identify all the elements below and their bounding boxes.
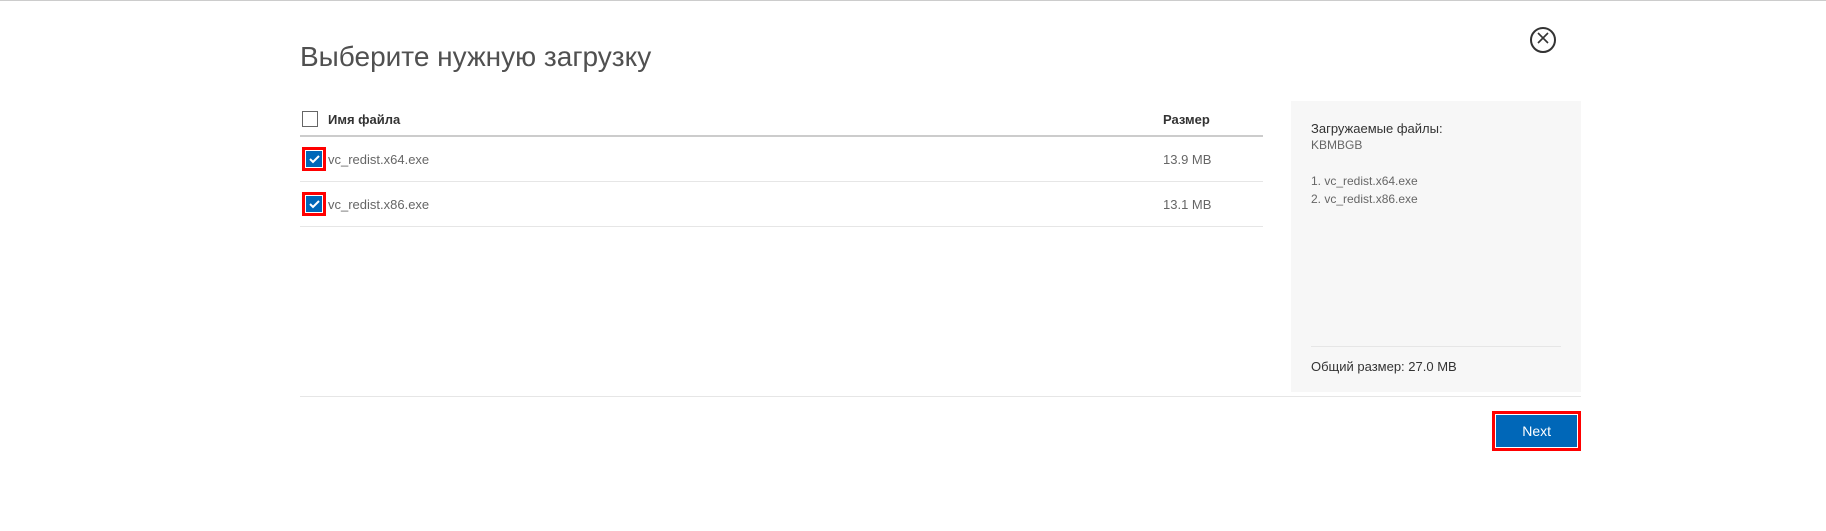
file-name: vc_redist.x64.exe (328, 152, 1163, 167)
checkbox-highlight (302, 192, 326, 216)
file-name: vc_redist.x86.exe (328, 197, 1163, 212)
file-size: 13.1 MB (1163, 197, 1263, 212)
summary-sub: KBMBGB (1311, 138, 1561, 152)
file-checkbox[interactable] (306, 196, 322, 212)
table-row: vc_redist.x86.exe 13.1 MB (300, 182, 1263, 227)
table-row: vc_redist.x64.exe 13.9 MB (300, 137, 1263, 182)
table-header-row: Имя файла Размер (300, 101, 1263, 137)
summary-title: Загружаемые файлы: (1311, 121, 1561, 136)
checkbox-highlight (302, 147, 326, 171)
divider (300, 396, 1581, 397)
summary-file-list: 1. vc_redist.x64.exe 2. vc_redist.x86.ex… (1311, 172, 1561, 208)
page-title: Выберите нужную загрузку (300, 41, 1581, 73)
header-size: Размер (1163, 112, 1263, 127)
file-size: 13.9 MB (1163, 152, 1263, 167)
file-checkbox[interactable] (306, 151, 322, 167)
check-icon (309, 152, 320, 167)
summary-file-item: 1. vc_redist.x64.exe (1311, 172, 1561, 190)
check-icon (309, 197, 320, 212)
header-name: Имя файла (328, 112, 1163, 127)
select-all-checkbox[interactable] (302, 111, 318, 127)
file-table: Имя файла Размер vc_redist.x64 (300, 101, 1263, 227)
next-button[interactable]: Next (1496, 415, 1577, 447)
summary-file-item: 2. vc_redist.x86.exe (1311, 190, 1561, 208)
summary-total: Общий размер: 27.0 MB (1311, 346, 1561, 374)
next-button-highlight: Next (1492, 411, 1581, 451)
summary-panel: Загружаемые файлы: KBMBGB 1. vc_redist.x… (1291, 101, 1581, 392)
